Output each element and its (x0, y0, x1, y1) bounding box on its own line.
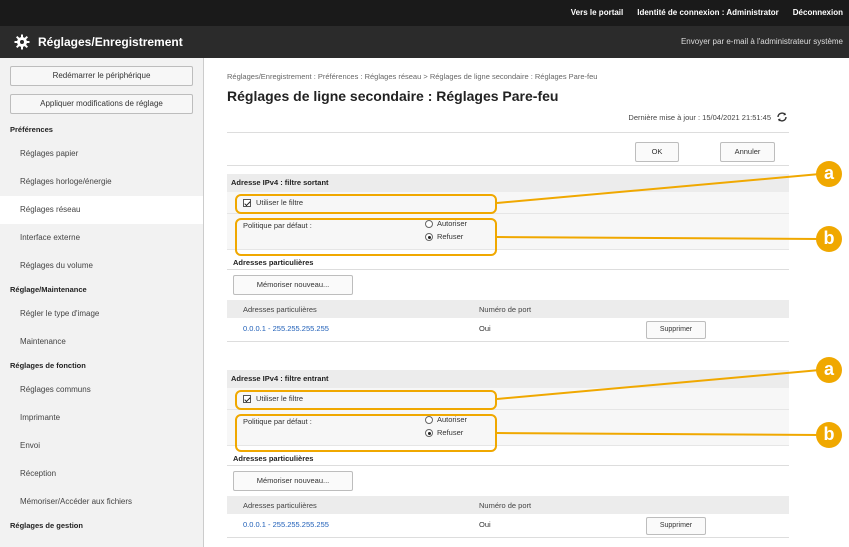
callout-badge-b: b (816, 422, 842, 448)
callout-lines (496, 173, 821, 436)
callout-box-a (235, 390, 497, 410)
callout-box-b (235, 218, 497, 256)
callout-box-b (235, 414, 497, 452)
callout-badge-a: a (816, 357, 842, 383)
callout-badge-b: b (816, 226, 842, 252)
callout-badge-a: a (816, 161, 842, 187)
callout-box-a (235, 194, 497, 214)
